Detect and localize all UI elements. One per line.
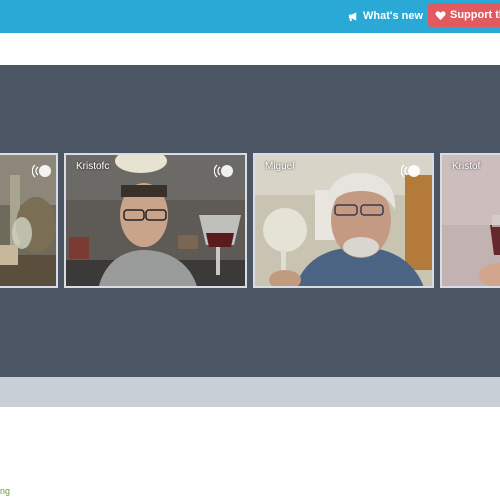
audio-level-icon — [401, 164, 420, 178]
participant-name: Miguel — [265, 161, 295, 172]
video-tile-participant-4[interactable]: Kristof — [440, 153, 500, 288]
participant-name: Kristof — [452, 161, 481, 172]
megaphone-icon — [348, 11, 357, 21]
heart-icon — [435, 10, 446, 20]
audio-level-icon — [214, 164, 233, 178]
support-button[interactable]: Support the — [428, 3, 500, 27]
video-toolbar-strip — [0, 377, 500, 407]
whats-new-link[interactable]: What's new — [348, 6, 423, 26]
video-tile-participant-2[interactable]: Kristofc — [64, 153, 247, 288]
participant-name: Kristofc — [76, 161, 110, 172]
top-bar: What's new Support the — [0, 0, 500, 33]
audio-level-icon — [32, 164, 51, 178]
footer-text: ng — [0, 486, 11, 496]
participant-video — [442, 155, 500, 286]
video-tile-participant-3[interactable]: Miguel — [253, 153, 434, 288]
support-label: Support the — [450, 9, 500, 21]
video-tile-participant-1[interactable] — [0, 153, 58, 288]
whats-new-label: What's new — [363, 10, 424, 22]
